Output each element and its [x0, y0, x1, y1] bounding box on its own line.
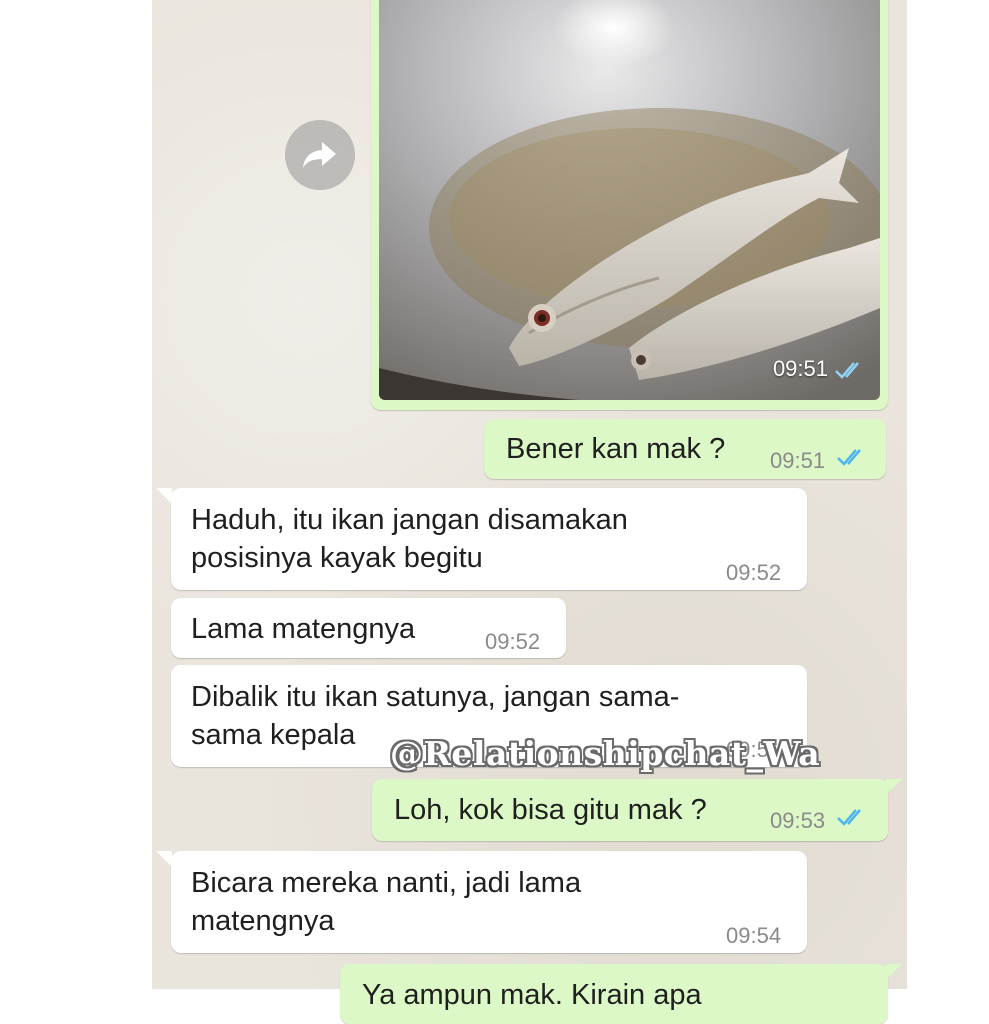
watermark: @Relationshipchat_Wa [390, 734, 821, 773]
double-check-icon [837, 809, 861, 826]
bubble-tail [156, 851, 172, 867]
message-timestamp: 09:52 [485, 629, 541, 654]
double-check-icon [837, 449, 861, 466]
message-text: Bener kan mak ? [506, 433, 726, 465]
outgoing-message[interactable]: Ya ampun mak. Kirain apa [340, 964, 888, 1024]
double-check-icon [835, 362, 859, 379]
outgoing-message[interactable]: Bener kan mak ? 09:51 [484, 419, 886, 479]
message-timestamp: 09:52 [726, 560, 782, 585]
fish-photo[interactable]: 09:51 [379, 0, 880, 400]
message-text: Ya ampun mak. Kirain apa [362, 979, 702, 1011]
incoming-message[interactable]: Lama matengnya 09:52 [171, 598, 566, 658]
message-timestamp: 09:51 [770, 448, 826, 473]
outgoing-message[interactable]: Loh, kok bisa gitu mak ? 09:53 [372, 779, 888, 841]
message-timestamp: 09:53 [770, 808, 826, 833]
message-text: Lama matengnya [191, 613, 416, 645]
message-text: Haduh, itu ikan jangan disamakan posisin… [191, 504, 628, 574]
forward-arrow-icon [303, 142, 336, 168]
incoming-message[interactable]: Haduh, itu ikan jangan disamakan posisin… [171, 488, 807, 590]
bubble-tail [886, 779, 902, 795]
image-message[interactable]: 09:51 [371, 0, 888, 410]
message-timestamp: 09:54 [726, 923, 782, 948]
message-text: Loh, kok bisa gitu mak ? [394, 794, 707, 826]
incoming-message[interactable]: Bicara mereka nanti, jadi lama matengnya… [171, 851, 807, 953]
message-text: Bicara mereka nanti, jadi lama matengnya [191, 867, 582, 937]
bubble-tail [156, 488, 172, 504]
bubble-tail [886, 964, 902, 980]
forward-button[interactable] [285, 120, 355, 190]
image-timestamp: 09:51 [772, 356, 828, 381]
